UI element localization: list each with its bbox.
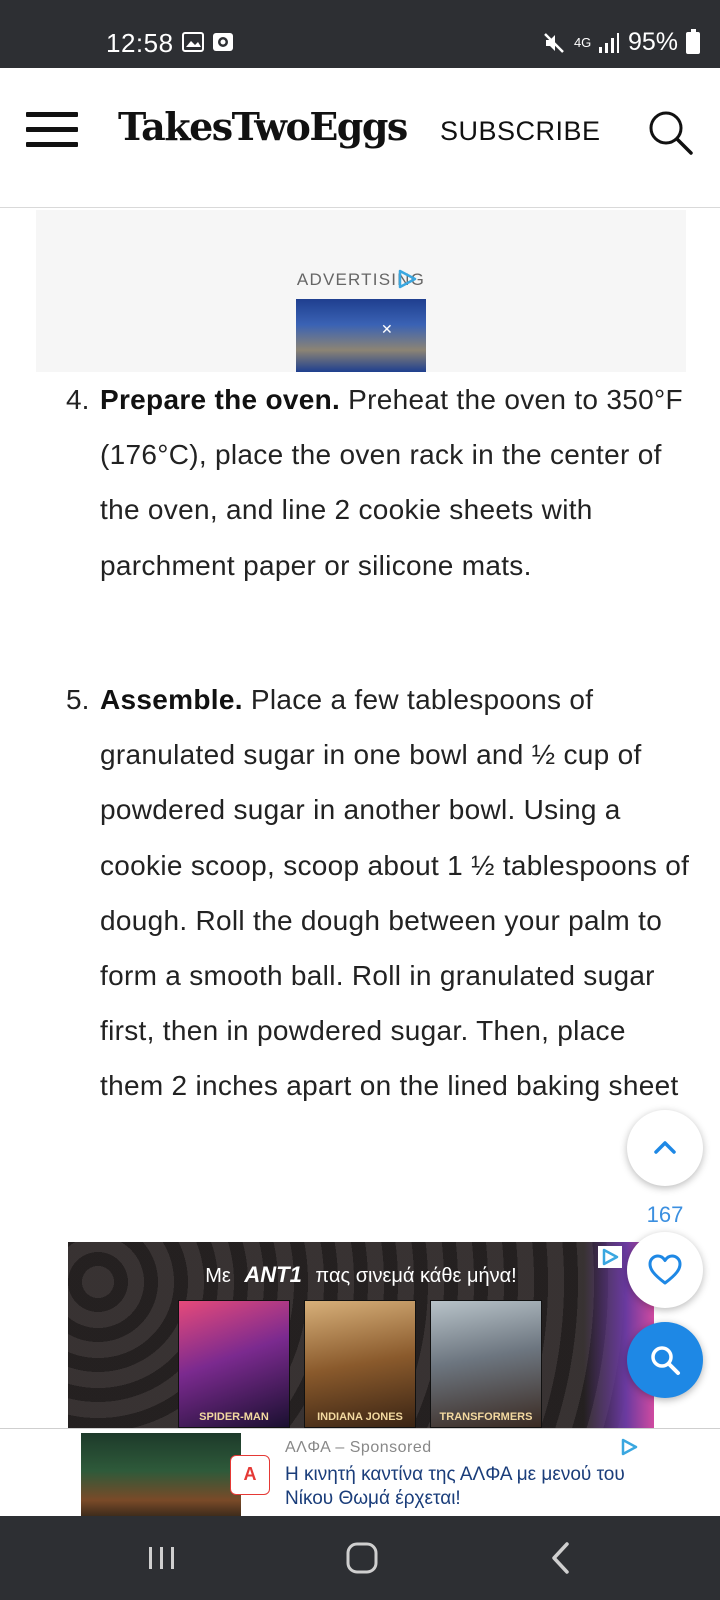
- hamburger-line: [26, 112, 78, 117]
- favorite-button[interactable]: [627, 1232, 703, 1308]
- step-title: Prepare the oven.: [100, 384, 341, 415]
- step-number: 4.: [66, 384, 90, 415]
- movie-poster[interactable]: INDIANA JONES: [304, 1300, 416, 1428]
- favorite-count: 167: [646, 1202, 684, 1227]
- site-logo[interactable]: TakesTwoEggs: [118, 104, 408, 149]
- movie-ad-headline-pre: Με: [205, 1265, 231, 1287]
- sponsored-image[interactable]: [81, 1433, 241, 1517]
- advertisement-top[interactable]: ADVERTISING ✕: [36, 210, 686, 372]
- status-time: 12:58: [106, 28, 174, 58]
- subscribe-link[interactable]: SUBSCRIBE: [440, 116, 601, 147]
- alfa-logo-letter: A: [243, 1464, 257, 1484]
- signal-icon: [598, 32, 619, 53]
- search-icon: [651, 1346, 680, 1375]
- mute-icon: [544, 32, 564, 53]
- menu-button[interactable]: [26, 112, 78, 152]
- step-body: Prepare the oven. Preheat the oven to 35…: [100, 372, 690, 593]
- sponsored-brand: ΑΛΦΑ – Sponsored: [285, 1439, 432, 1456]
- back-icon[interactable]: [540, 1536, 584, 1580]
- alfa-logo: A: [230, 1455, 270, 1495]
- sponsored-brand-name: ΑΛΦΑ: [285, 1439, 331, 1456]
- chevron-up-icon: [654, 1141, 676, 1154]
- status-bar: 12:58 4G 95%: [0, 0, 720, 68]
- home-icon[interactable]: [340, 1536, 384, 1580]
- app-notification-icon: [213, 33, 233, 51]
- step-number: 5.: [66, 684, 90, 715]
- search-icon[interactable]: [646, 108, 694, 156]
- ad-choices-icon[interactable]: [598, 1246, 622, 1268]
- recents-icon[interactable]: [140, 1536, 184, 1580]
- hamburger-line: [26, 127, 78, 132]
- poster-title: INDIANA JONES: [317, 1411, 403, 1423]
- scroll-to-top-button[interactable]: [627, 1110, 703, 1186]
- step-body: Assemble. Place a few tablespoons of gra…: [100, 672, 690, 1114]
- movie-ad-headline: Με ANT1 πας σινεμά κάθε μήνα!: [68, 1262, 654, 1288]
- step-title: Assemble.: [100, 684, 243, 715]
- step-text: Place a few tablespoons of granulated su…: [100, 684, 690, 1102]
- sponsored-banner[interactable]: A ΑΛΦΑ – Sponsored Η κινητή καντίνα της …: [0, 1428, 720, 1517]
- site-header: TakesTwoEggs SUBSCRIBE: [0, 68, 720, 208]
- ad-video-thumbnail[interactable]: ✕: [296, 299, 426, 372]
- system-nav-bar: [0, 1516, 720, 1600]
- movie-poster[interactable]: TRANSFORMERS: [430, 1300, 542, 1428]
- ad-choices-icon[interactable]: [396, 268, 418, 290]
- heart-icon: [648, 1254, 682, 1285]
- sponsored-label: Sponsored: [349, 1439, 432, 1456]
- battery-icon: [686, 28, 700, 54]
- advertisement-movie[interactable]: Με ANT1 πας σινεμά κάθε μήνα! SPIDER-MAN…: [68, 1242, 654, 1428]
- ant1-logo: ANT1: [244, 1262, 302, 1287]
- battery-percent: 95%: [627, 28, 678, 56]
- close-icon[interactable]: ✕: [381, 321, 393, 338]
- ad-label: ADVERTISING: [296, 270, 426, 289]
- hamburger-line: [26, 142, 78, 147]
- gallery-notification-icon: [182, 32, 204, 52]
- ad-choices-icon[interactable]: [618, 1437, 640, 1457]
- network-type: 4G: [573, 34, 592, 50]
- movie-ad-headline-post: πας σινεμά κάθε μήνα!: [315, 1265, 517, 1287]
- poster-title: SPIDER-MAN: [199, 1411, 269, 1423]
- status-indicators: 4G 95%: [542, 28, 700, 57]
- poster-title: TRANSFORMERS: [439, 1411, 533, 1423]
- sponsored-text[interactable]: Η κινητή καντίνα της ΑΛΦΑ με μενού του Ν…: [285, 1463, 645, 1511]
- site-search-button[interactable]: [627, 1322, 703, 1398]
- movie-poster[interactable]: SPIDER-MAN: [178, 1300, 290, 1428]
